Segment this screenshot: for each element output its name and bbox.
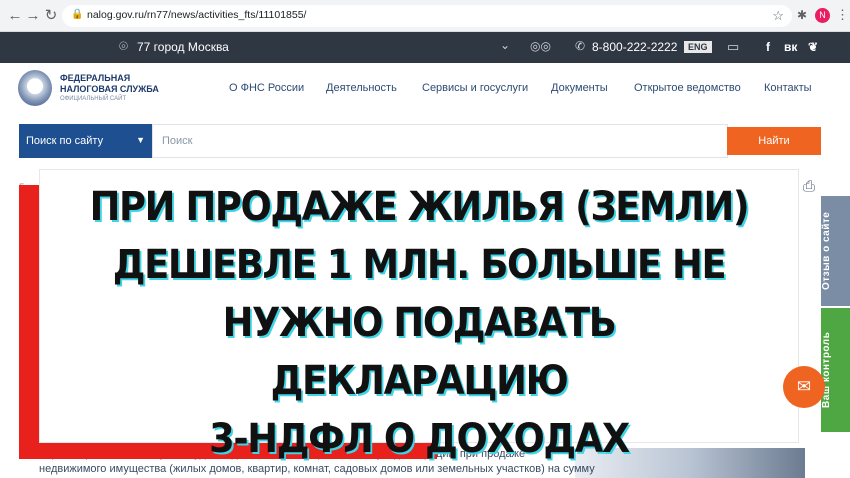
url-text: nalog.gov.ru/rn77/news/activities_fts/11… (87, 9, 307, 21)
print-icon[interactable]: ⎙ (803, 178, 815, 195)
nav-documents[interactable]: Документы (551, 82, 608, 94)
extensions-icon[interactable]: ✱ (797, 8, 807, 22)
feedback-side-tab[interactable]: Отзыв о сайте (821, 196, 850, 306)
region-selector[interactable]: 77 город Москва (137, 40, 229, 54)
chat-bubble-icon[interactable]: ✉ (783, 366, 825, 408)
caret-down-icon: ▼ (136, 135, 145, 145)
headline-text: ПРИ ПРОДАЖЕ ЖИЛЬЯ (ЗЕМЛИ) ДЕШЕВЛЕ 1 МЛН.… (89, 184, 750, 462)
nav-contacts[interactable]: Контакты (764, 82, 812, 94)
site-logo-text[interactable]: Федеральная налоговая служба (60, 73, 159, 95)
profile-avatar[interactable]: N (815, 8, 830, 23)
facebook-icon[interactable]: f (766, 40, 770, 54)
language-button[interactable]: ENG (684, 41, 712, 53)
feedback-chat-icon[interactable]: ▭ (727, 39, 739, 55)
chevron-down-icon[interactable]: ⌄ (500, 38, 510, 52)
location-pin-icon: ⌾ (119, 38, 129, 55)
nav-about[interactable]: О ФНС России (229, 82, 304, 94)
site-topbar: ⌾ 77 город Москва ⌄ ◎◎ ✆ 8-800-222-2222 … (0, 32, 850, 63)
hotline-phone[interactable]: 8-800-222-2222 (592, 40, 677, 54)
nav-open-agency[interactable]: Открытое ведомство (634, 82, 741, 94)
browser-toolbar: ← → ↻ 🔒 nalog.gov.ru/rn77/news/activitie… (0, 0, 850, 32)
phone-icon: ✆ (575, 39, 586, 53)
nav-activity[interactable]: Деятельность (326, 82, 397, 94)
lock-icon: 🔒 (71, 9, 84, 20)
control-side-tab[interactable]: Ваш контроль (821, 308, 850, 432)
logo-subtitle: Официальный сайт (60, 96, 127, 102)
search-input[interactable]: Поиск (152, 124, 728, 158)
nav-services[interactable]: Сервисы и госуслуги (422, 82, 528, 94)
forward-icon[interactable]: → (24, 7, 42, 25)
address-bar[interactable]: 🔒 nalog.gov.ru/rn77/news/activities_fts/… (62, 5, 792, 27)
accessibility-glasses-icon[interactable]: ◎◎ (530, 39, 551, 53)
search-button[interactable]: Найти (727, 127, 821, 155)
twitter-icon[interactable]: ❦ (808, 40, 818, 54)
browser-menu-icon[interactable]: ⋮ (836, 7, 849, 23)
search-scope-select[interactable]: Поиск по сайту ▼ (19, 124, 152, 158)
back-icon[interactable]: ← (6, 7, 24, 25)
vk-icon[interactable]: вк (784, 40, 797, 54)
reload-icon[interactable]: ↻ (42, 7, 60, 25)
bookmark-star-icon[interactable]: ☆ (772, 8, 784, 24)
fns-emblem-logo[interactable] (18, 70, 52, 106)
